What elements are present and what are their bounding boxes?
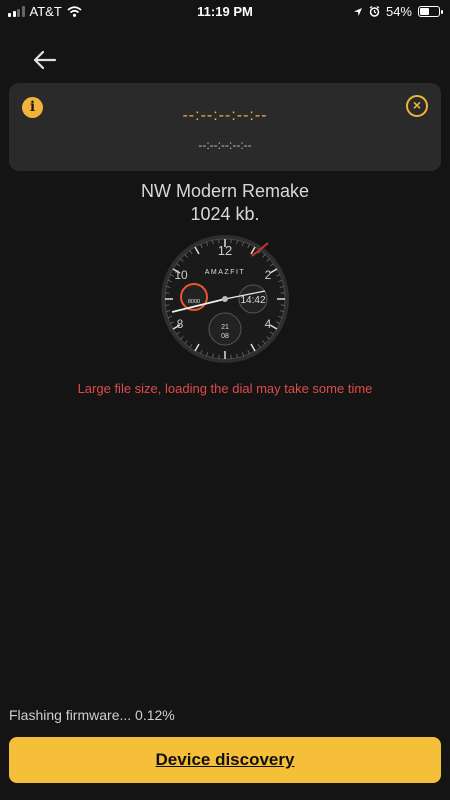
device-discovery-button[interactable]: Device discovery <box>9 737 441 783</box>
battery-percent: 54% <box>385 4 412 19</box>
time-notice-card: i × --:--:--:--:-- --:--:--:--:-- <box>9 83 441 171</box>
date-month: 08 <box>221 333 229 340</box>
watch-face-name: NW Modern Remake <box>140 181 310 201</box>
flash-progress-label: Flashing firmware... 0.12% <box>9 707 175 723</box>
primary-time-placeholder: --:--:--:--:-- <box>182 107 268 124</box>
battery-icon <box>418 6 443 17</box>
watch-face-size: 1024 kb. <box>190 204 260 224</box>
numeral-2: 2 <box>265 268 272 282</box>
date-day: 21 <box>221 324 229 331</box>
status-bar: AT&T 11:19 PM 54% <box>0 0 450 24</box>
brand-label: AMAZFIT <box>205 269 245 276</box>
hands-pivot <box>222 296 228 302</box>
steps-value: 8000 <box>188 299 200 305</box>
numeral-10: 10 <box>174 268 188 282</box>
watch-face-preview: AMAZFIT 12 2 4 8 10 8000 14:42 21 08 <box>161 235 289 363</box>
battery-fill <box>420 8 430 15</box>
alarm-icon <box>369 6 380 17</box>
digital-time: 14:42 <box>240 295 265 306</box>
back-arrow-icon[interactable] <box>30 46 60 74</box>
numeral-8: 8 <box>177 317 184 331</box>
status-right: 54% <box>353 4 443 19</box>
location-arrow-icon <box>353 7 362 16</box>
large-file-warning: Large file size, loading the dial may ta… <box>77 381 373 396</box>
secondary-time-placeholder: --:--:--:--:-- <box>198 138 252 152</box>
numeral-4: 4 <box>265 317 272 331</box>
numeral-12: 12 <box>218 243 232 258</box>
